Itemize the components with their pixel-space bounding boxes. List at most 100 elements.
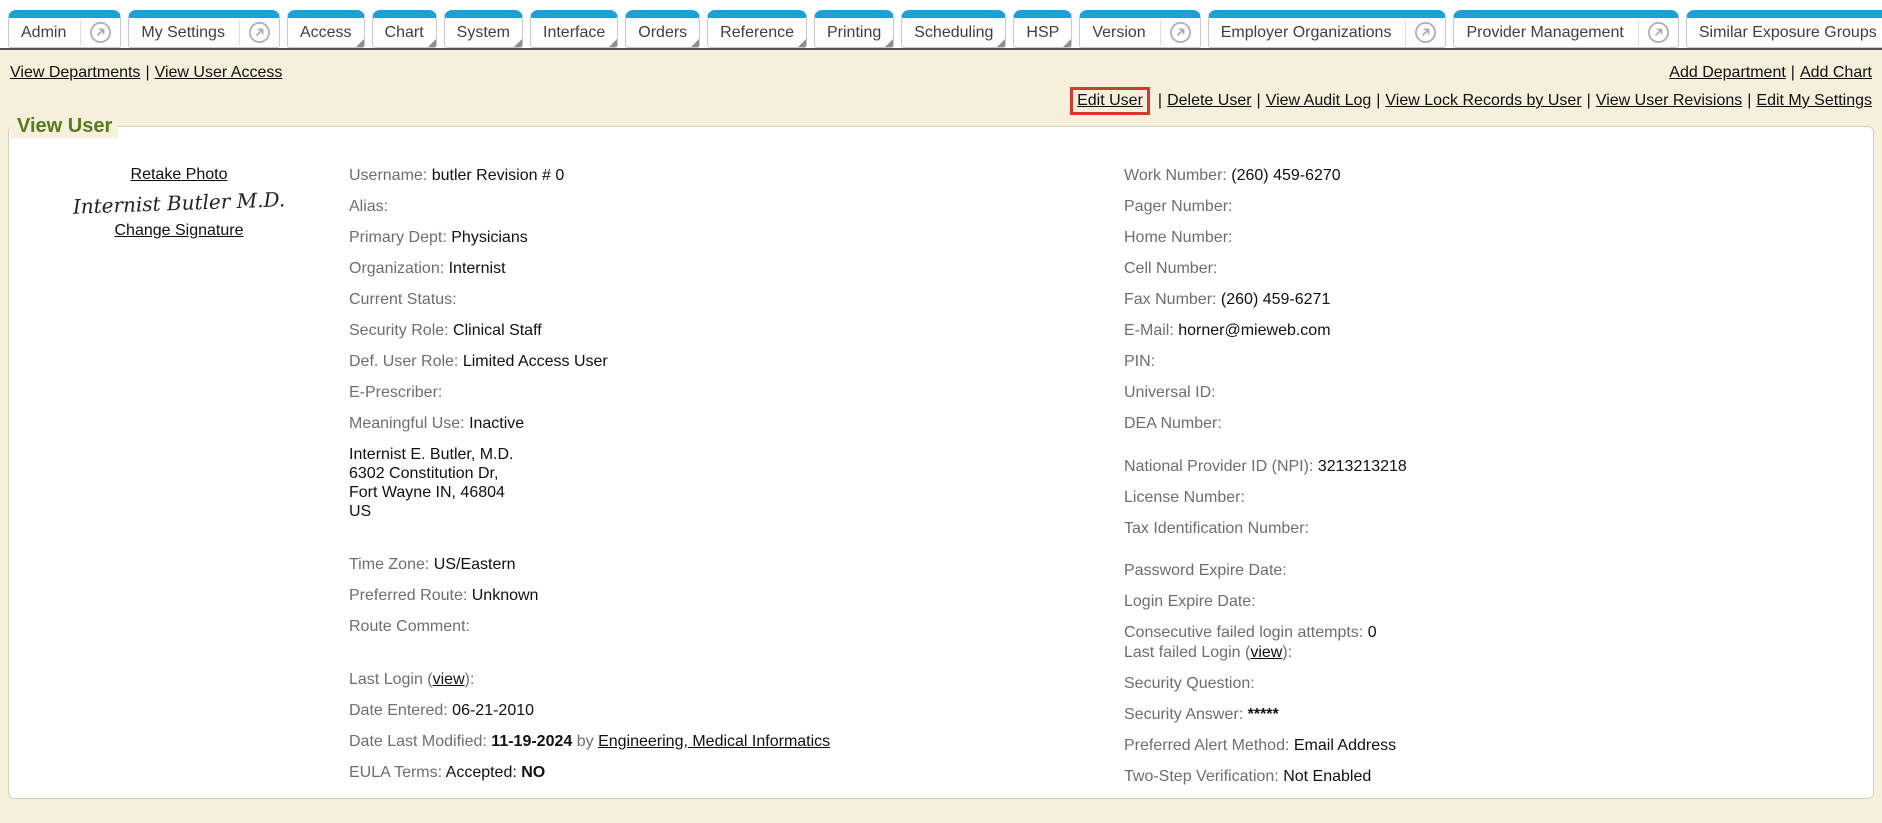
field-label: National Provider ID (NPI):: [1124, 458, 1318, 475]
field-value: horner@mieweb.com: [1178, 322, 1330, 339]
link-view-user-access[interactable]: View User Access: [155, 64, 283, 81]
link-delete-user[interactable]: Delete User: [1167, 92, 1251, 109]
tab-bar: Admin My Settings Access Chart System Interfa…: [0, 0, 1882, 50]
row-gap: [1124, 445, 1873, 457]
address-line: Fort Wayne IN, 46804: [349, 483, 1124, 502]
link-view-departments[interactable]: View Departments: [10, 64, 140, 81]
field-row: EULA Terms: Accepted: NO: [349, 763, 1124, 782]
field-label: Tax Identification Number:: [1124, 520, 1309, 537]
inline-link[interactable]: Engineering, Medical Informatics: [598, 733, 830, 750]
field-label: E-Prescriber:: [349, 384, 442, 401]
tab-scheduling[interactable]: Scheduling: [901, 10, 1006, 48]
tab-access[interactable]: Access: [287, 10, 365, 48]
link-add-department[interactable]: Add Department: [1669, 64, 1786, 81]
tab-label-row: My Settings: [129, 18, 229, 47]
field-row: Preferred Route: Unknown: [349, 586, 1124, 605]
tab-label: Provider Management: [1466, 24, 1623, 42]
field-row: Work Number: (260) 459-6270: [1124, 166, 1873, 185]
tab-admin[interactable]: Admin: [8, 10, 121, 48]
field-row: DEA Number:: [1124, 414, 1873, 433]
change-signature-link[interactable]: Change Signature: [115, 222, 244, 240]
tab-label-row: Reference: [708, 18, 806, 47]
tab-label: Printing: [827, 24, 881, 42]
popout-icon[interactable]: [1161, 18, 1200, 47]
tab-employer-organizations[interactable]: Employer Organizations: [1208, 10, 1447, 48]
row-gap: [349, 533, 1124, 555]
field-value: Limited Access User: [463, 353, 608, 370]
inline-link[interactable]: view: [433, 671, 465, 688]
dropdown-corner-icon: [514, 39, 522, 47]
field-row: Def. User Role: Limited Access User: [349, 352, 1124, 371]
popout-icon[interactable]: [1406, 18, 1445, 47]
tab-interface[interactable]: Interface: [530, 10, 618, 48]
field-row: Meaningful Use: Inactive: [349, 414, 1124, 433]
field-label: Alias:: [349, 198, 388, 215]
link-edit-user[interactable]: Edit User: [1077, 92, 1143, 109]
tab-provider-management[interactable]: Provider Management: [1453, 10, 1678, 48]
field-row: Username: butler Revision # 0: [349, 166, 1124, 185]
link-edit-my-settings[interactable]: Edit My Settings: [1756, 92, 1872, 109]
tab-printing[interactable]: Printing: [814, 10, 894, 48]
tab-label: My Settings: [141, 24, 225, 42]
tab-system[interactable]: System: [444, 10, 523, 48]
field-label: E-Mail:: [1124, 322, 1178, 339]
top-right-links: Add Department|Add Chart: [1669, 63, 1872, 83]
field-row: Date Last Modified: 11-19-2024 by Engine…: [349, 732, 1124, 751]
field-label: Home Number:: [1124, 229, 1232, 246]
field-label: License Number:: [1124, 489, 1245, 506]
field-label: Preferred Route:: [349, 587, 472, 604]
signature-image: Internist Butler M.D.: [9, 185, 350, 221]
inline-link[interactable]: view: [1250, 644, 1282, 661]
field-row: E-Prescriber:: [349, 383, 1124, 402]
field-label: Pager Number:: [1124, 198, 1233, 215]
field-row: Last Login (view):: [349, 670, 1124, 689]
field-label: Organization:: [349, 260, 449, 277]
tab-label-row: Interface: [531, 18, 617, 47]
address-line: Internist E. Butler, M.D.: [349, 445, 1124, 464]
field-row: Current Status:: [349, 290, 1124, 309]
link-view-lock-records-by-user[interactable]: View Lock Records by User: [1385, 92, 1581, 109]
tab-similar-exposure-groups-segs[interactable]: Similar Exposure Groups (SEGs): [1686, 10, 1882, 48]
dropdown-corner-icon: [997, 39, 1005, 47]
field-row: Alias:: [349, 197, 1124, 216]
dropdown-corner-icon: [356, 39, 364, 47]
link-view-audit-log[interactable]: View Audit Log: [1266, 92, 1372, 109]
field-label: Last Login (: [349, 671, 433, 688]
field-value: Physicians: [451, 229, 527, 246]
field-label: Username:: [349, 167, 432, 184]
link-bar: View Departments|View User Access Add De…: [0, 50, 1882, 83]
dropdown-corner-icon: [609, 39, 617, 47]
tab-chart[interactable]: Chart: [372, 10, 437, 48]
field-value: Inactive: [469, 415, 524, 432]
tab-hsp[interactable]: HSP: [1013, 10, 1072, 48]
field-label: Security Role:: [349, 322, 453, 339]
tab-label: Chart: [385, 24, 424, 42]
link-add-chart[interactable]: Add Chart: [1800, 64, 1872, 81]
tab-reference[interactable]: Reference: [707, 10, 807, 48]
field-label: Preferred Alert Method:: [1124, 737, 1294, 754]
tab-my-settings[interactable]: My Settings: [128, 10, 280, 48]
tab-orders[interactable]: Orders: [625, 10, 700, 48]
link-view-user-revisions[interactable]: View User Revisions: [1596, 92, 1742, 109]
field-value-bold: NO: [521, 764, 545, 781]
field-row: National Provider ID (NPI): 3213213218: [1124, 457, 1873, 476]
dropdown-corner-icon: [885, 39, 893, 47]
popout-icon[interactable]: [240, 18, 279, 47]
field-row: Organization: Internist: [349, 259, 1124, 278]
tab-version[interactable]: Version: [1079, 10, 1200, 48]
field-label: by: [572, 733, 598, 750]
field-label: Two-Step Verification:: [1124, 768, 1283, 785]
field-value: 3213213218: [1318, 458, 1407, 475]
field-label: Login Expire Date:: [1124, 593, 1256, 610]
popout-icon[interactable]: [81, 18, 120, 47]
field-label: Password Expire Date:: [1124, 562, 1287, 579]
retake-photo-link[interactable]: Retake Photo: [131, 166, 228, 184]
field-row: Two-Step Verification: Not Enabled: [1124, 767, 1873, 786]
popout-icon[interactable]: [1639, 18, 1678, 47]
field-row: Consecutive failed login attempts: 0Last…: [1124, 623, 1873, 662]
field-row: Pager Number:: [1124, 197, 1873, 216]
row-gap: [349, 648, 1124, 670]
action-links-row: Edit User|Delete User|View Audit Log|Vie…: [0, 83, 1882, 115]
left-links: View Departments|View User Access: [10, 63, 282, 83]
field-label: Date Last Modified:: [349, 733, 491, 750]
